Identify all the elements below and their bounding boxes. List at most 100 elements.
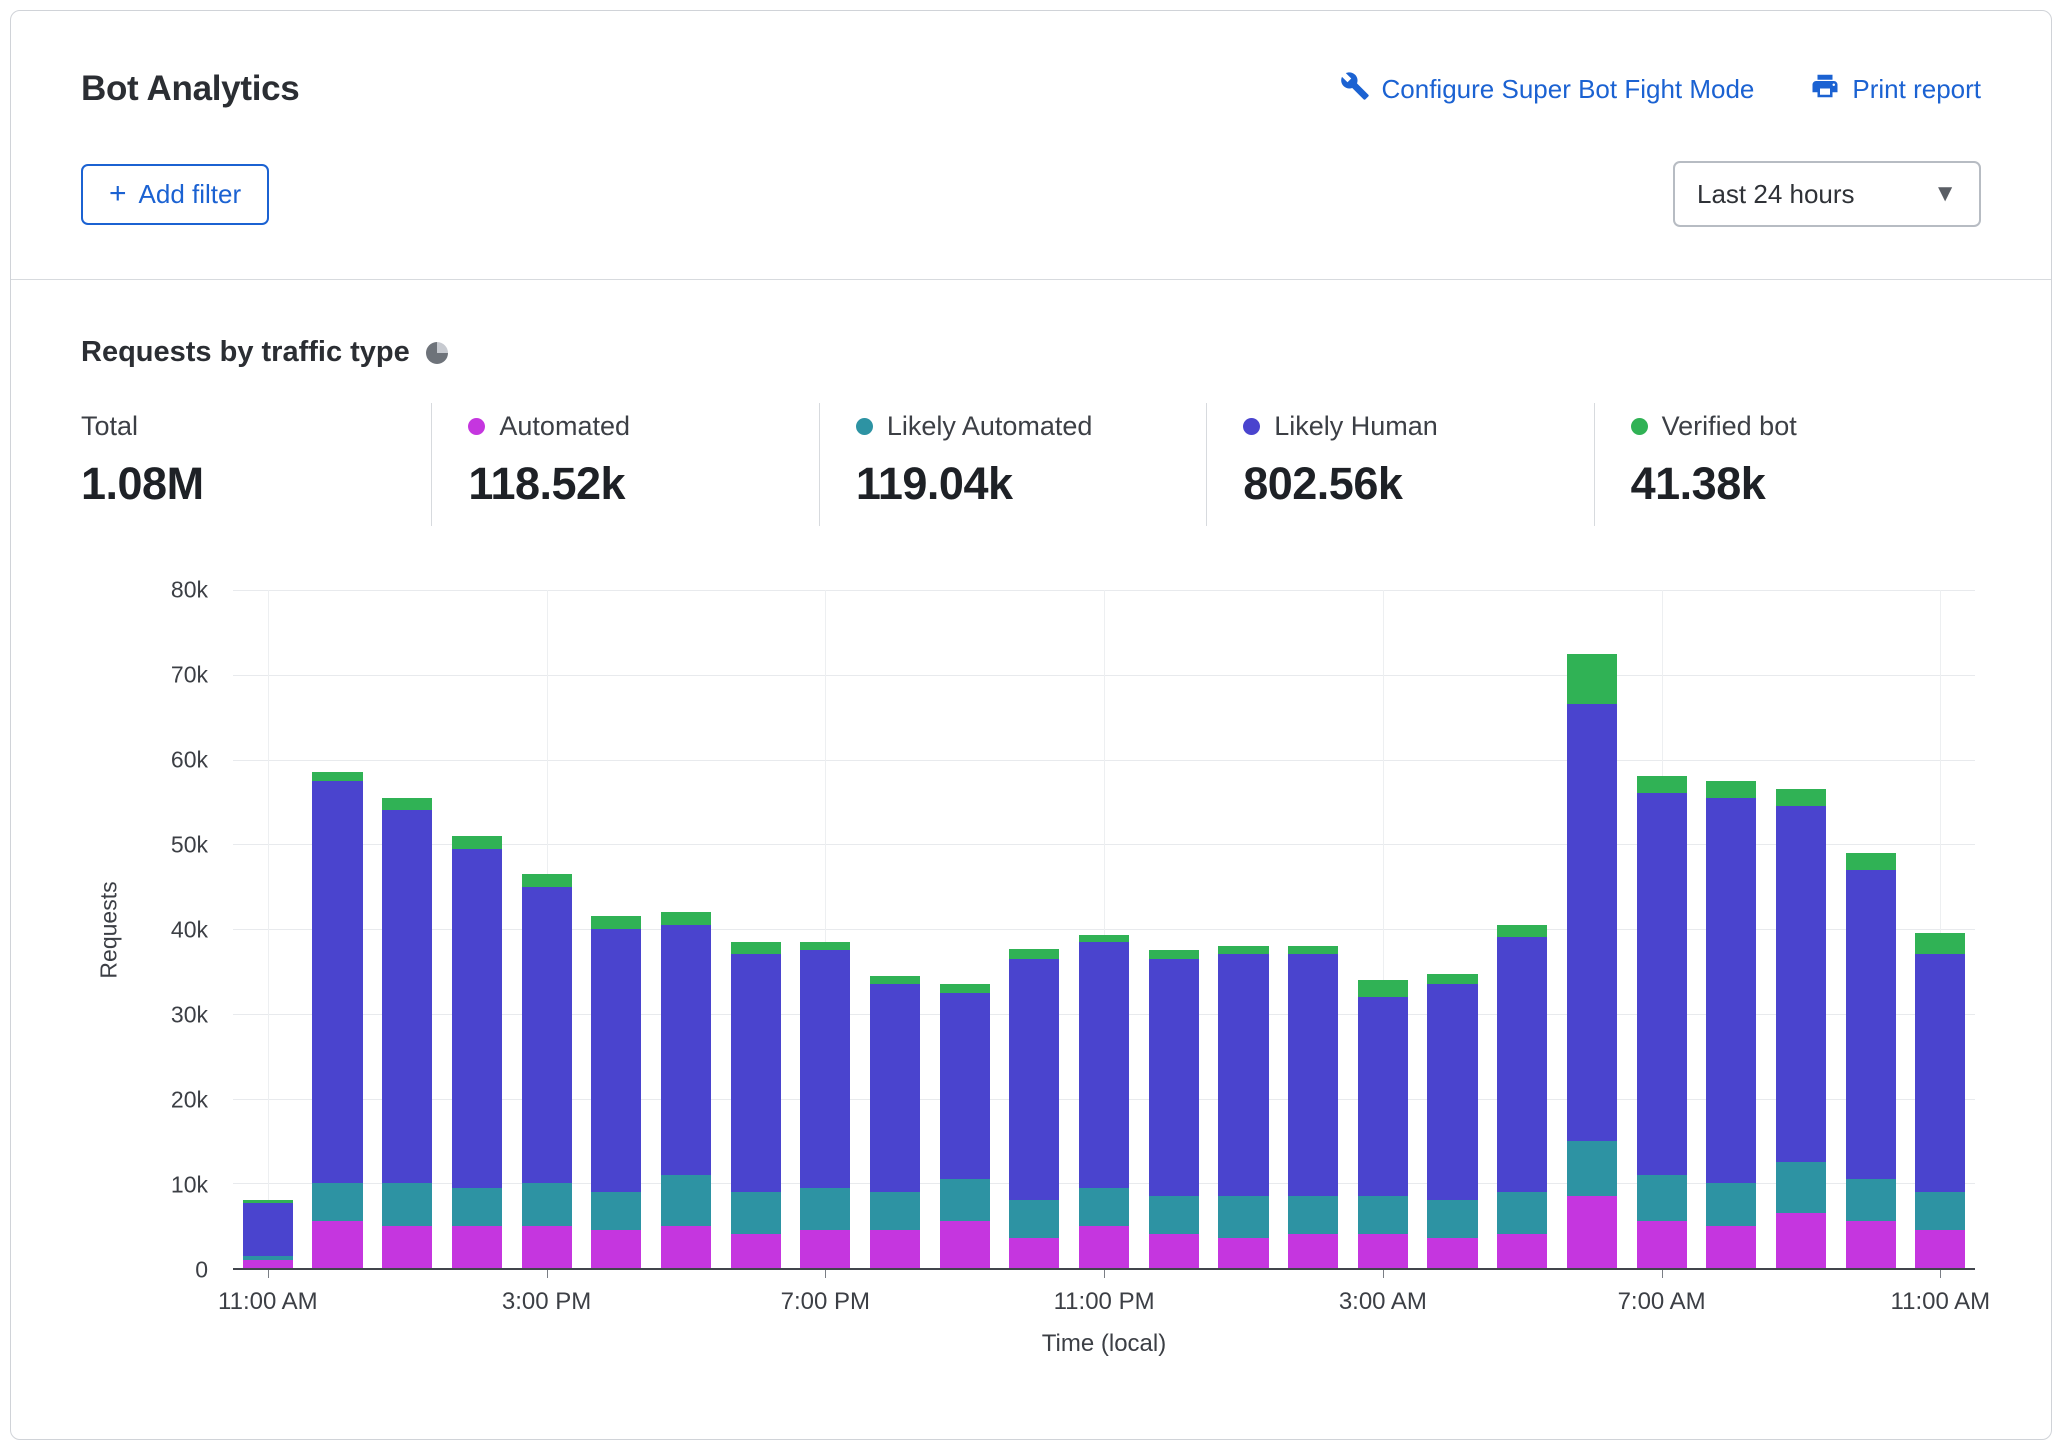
bot-analytics-card: Bot Analytics Configure Super Bot Fight … xyxy=(10,10,2052,1440)
bar-segment-likely-human xyxy=(591,929,641,1192)
bar-segment-likely-automated xyxy=(940,1179,990,1221)
bar-segment-likely-human xyxy=(1776,806,1826,1162)
x-tick-label: 7:00 PM xyxy=(781,1288,870,1316)
bar-segment-likely-human xyxy=(1009,959,1059,1201)
bar-segment-likely-automated xyxy=(1776,1162,1826,1213)
y-tick-label: 80k xyxy=(171,577,208,604)
add-filter-label: Add filter xyxy=(139,179,242,210)
x-axis-title: Time (local) xyxy=(1042,1330,1166,1358)
stacked-bar xyxy=(1358,590,1408,1268)
bar-slot xyxy=(1139,590,1209,1268)
bar-segment-verified-bot xyxy=(1706,781,1756,798)
y-tick-label: 0 xyxy=(195,1257,208,1284)
bar-segment-automated xyxy=(1776,1213,1826,1268)
bar-segment-verified-bot xyxy=(870,976,920,984)
bar-segment-automated xyxy=(1218,1238,1268,1268)
bar-segment-likely-human xyxy=(1846,870,1896,1179)
bar-segment-likely-automated xyxy=(1149,1196,1199,1234)
x-tick-label: 3:00 PM xyxy=(502,1288,591,1316)
bar-slot xyxy=(372,590,442,1268)
requests-stacked-bar-chart: Requests 010k20k30k40k50k60k70k80k Time … xyxy=(81,590,1981,1400)
bar-segment-likely-human xyxy=(1567,704,1617,1140)
bar-segment-likely-human xyxy=(1497,937,1547,1191)
bar-segment-verified-bot xyxy=(1637,776,1687,793)
print-report-link[interactable]: Print report xyxy=(1810,71,1981,108)
y-axis-title: Requests xyxy=(96,881,123,978)
bar-slot: 11:00 AM xyxy=(1906,590,1976,1268)
add-filter-button[interactable]: + Add filter xyxy=(81,164,269,225)
stacked-bar xyxy=(940,590,990,1268)
bar-slot: 3:00 AM xyxy=(1348,590,1418,1268)
bar-segment-verified-bot xyxy=(1776,789,1826,806)
bar-slot: 3:00 PM xyxy=(512,590,582,1268)
bar-segment-automated xyxy=(591,1230,641,1268)
configure-super-bot-fight-mode-link[interactable]: Configure Super Bot Fight Mode xyxy=(1340,71,1755,108)
bar-segment-likely-human xyxy=(1706,798,1756,1184)
y-tick-label: 30k xyxy=(171,1002,208,1029)
bar-segment-verified-bot xyxy=(1427,974,1477,984)
stacked-bar xyxy=(243,590,293,1268)
bar-segment-automated xyxy=(1427,1238,1477,1268)
x-tick-label: 3:00 AM xyxy=(1339,1288,1427,1316)
bar-segment-likely-automated xyxy=(800,1188,850,1230)
bar-segment-likely-human xyxy=(800,950,850,1187)
stat-likely-automated-value: 119.04k xyxy=(856,458,1206,510)
stacked-bar xyxy=(591,590,641,1268)
stat-automated: Automated 118.52k xyxy=(431,403,818,526)
stacked-bar xyxy=(1637,590,1687,1268)
bar-slot xyxy=(930,590,1000,1268)
bar-segment-automated xyxy=(731,1234,781,1268)
bar-segment-likely-human xyxy=(1427,984,1477,1200)
time-range-dropdown[interactable]: Last 24 hours ▼ xyxy=(1673,161,1981,227)
stat-total: Total 1.08M xyxy=(81,403,431,526)
bar-segment-verified-bot xyxy=(382,798,432,811)
bar-slot xyxy=(1487,590,1557,1268)
bar-segment-likely-human xyxy=(1358,997,1408,1196)
x-tick-label: 11:00 PM xyxy=(1054,1288,1155,1316)
bar-segment-automated xyxy=(312,1221,362,1268)
bar-segment-verified-bot xyxy=(1218,946,1268,954)
bar-slot xyxy=(303,590,373,1268)
y-tick-label: 70k xyxy=(171,662,208,689)
bar-segment-likely-automated xyxy=(1218,1196,1268,1238)
bar-segment-automated xyxy=(382,1226,432,1268)
traffic-type-stats: Total 1.08M Automated 118.52k Likely Aut… xyxy=(81,403,1981,526)
bar-segment-likely-human xyxy=(1149,959,1199,1196)
stacked-bar xyxy=(661,590,711,1268)
bar-segment-automated xyxy=(1149,1234,1199,1268)
bar-slot: 7:00 PM xyxy=(791,590,861,1268)
bar-segment-automated xyxy=(1009,1238,1059,1268)
bar-segment-verified-bot xyxy=(800,942,850,950)
bar-segment-likely-human xyxy=(731,954,781,1191)
bar-segment-likely-human xyxy=(243,1203,293,1256)
stacked-bar xyxy=(312,590,362,1268)
bar-segment-likely-human xyxy=(1218,954,1268,1196)
bars-container: 11:00 AM3:00 PM7:00 PM11:00 PM3:00 AM7:0… xyxy=(233,590,1975,1268)
section-title: Requests by traffic type xyxy=(81,336,410,369)
bar-segment-automated xyxy=(1846,1221,1896,1268)
bar-segment-automated xyxy=(1079,1226,1129,1268)
stacked-bar xyxy=(452,590,502,1268)
bar-segment-verified-bot xyxy=(1288,946,1338,954)
x-tick-mark xyxy=(547,1270,548,1278)
x-tick-mark xyxy=(1383,1270,1384,1278)
bar-segment-automated xyxy=(1567,1196,1617,1268)
stat-automated-value: 118.52k xyxy=(468,458,818,510)
bar-segment-automated xyxy=(522,1226,572,1268)
bar-segment-automated xyxy=(1358,1234,1408,1268)
bar-segment-likely-automated xyxy=(452,1188,502,1226)
print-link-label: Print report xyxy=(1852,74,1981,105)
configure-link-label: Configure Super Bot Fight Mode xyxy=(1382,74,1755,105)
bar-segment-likely-automated xyxy=(661,1175,711,1226)
y-tick-label: 60k xyxy=(171,747,208,774)
bar-segment-likely-human xyxy=(312,781,362,1184)
stat-verified-bot-value: 41.38k xyxy=(1631,458,1981,510)
bar-segment-likely-automated xyxy=(522,1183,572,1225)
y-tick-label: 50k xyxy=(171,832,208,859)
bar-slot: 11:00 AM xyxy=(233,590,303,1268)
x-tick-mark xyxy=(825,1270,826,1278)
bar-slot xyxy=(1766,590,1836,1268)
plus-icon: + xyxy=(109,179,127,209)
stacked-bar xyxy=(1567,590,1617,1268)
bar-segment-likely-automated xyxy=(1706,1183,1756,1225)
